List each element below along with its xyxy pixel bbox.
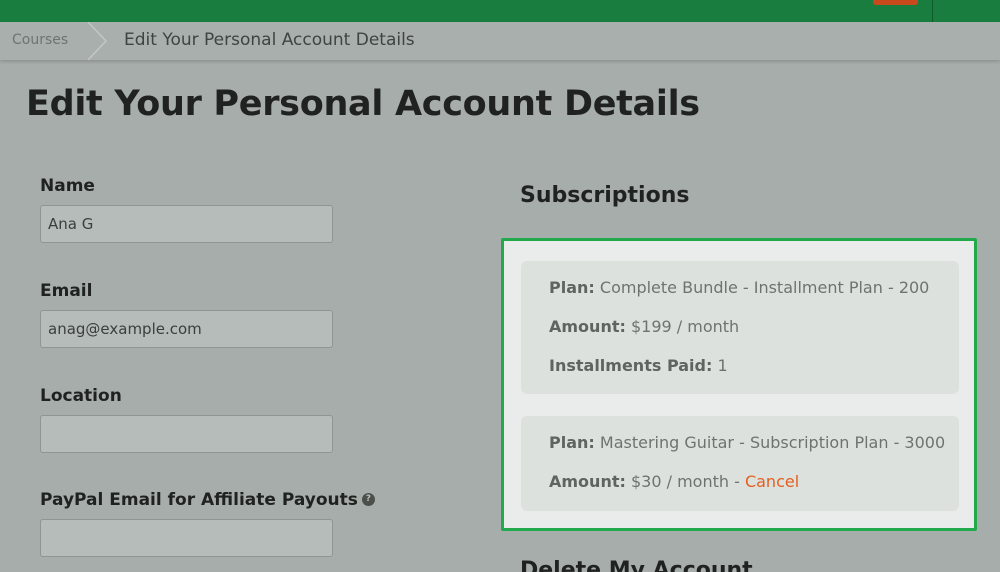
- breadcrumb: Courses Edit Your Personal Account Detai…: [0, 22, 1000, 60]
- amount-label: Amount:: [549, 317, 626, 336]
- subscriptions-panel: Plan: Complete Bundle - Installment Plan…: [501, 238, 977, 531]
- subscriptions-heading: Subscriptions: [520, 183, 690, 208]
- subscription-card: Plan: Complete Bundle - Installment Plan…: [521, 261, 959, 394]
- email-field[interactable]: [40, 310, 333, 348]
- installments-value: 1: [717, 356, 728, 375]
- cancel-subscription-link[interactable]: Cancel: [745, 472, 799, 491]
- plan-name: Complete Bundle - Installment Plan - 200: [599, 278, 930, 297]
- amount-label: Amount:: [549, 472, 626, 491]
- name-field[interactable]: [40, 205, 333, 243]
- plan-name: Mastering Guitar - Subscription Plan - 3…: [599, 433, 946, 452]
- header-action-button[interactable]: [873, 0, 918, 5]
- paypal-label-row: PayPal Email for Affiliate Payouts?: [40, 490, 375, 510]
- paypal-email-field[interactable]: [40, 519, 333, 557]
- navbar-divider: [932, 0, 933, 22]
- breadcrumb-courses-link[interactable]: Courses: [12, 32, 68, 48]
- plan-label: Plan:: [549, 433, 595, 452]
- plan-line: Plan: Mastering Guitar - Subscription Pl…: [549, 433, 945, 452]
- help-icon[interactable]: ?: [361, 492, 375, 506]
- paypal-label: PayPal Email for Affiliate Payouts: [40, 490, 358, 510]
- top-navbar: [0, 0, 1000, 22]
- amount-value: $30 / month -: [630, 472, 740, 491]
- email-label: Email: [40, 281, 93, 301]
- amount-value: $199 / month: [630, 317, 740, 336]
- location-label: Location: [40, 386, 122, 406]
- location-field[interactable]: [40, 415, 333, 453]
- name-label: Name: [40, 176, 95, 196]
- subscription-card: Plan: Mastering Guitar - Subscription Pl…: [521, 416, 959, 511]
- amount-line: Amount: $199 / month: [549, 317, 739, 336]
- amount-line: Amount: $30 / month - Cancel: [549, 472, 799, 491]
- plan-line: Plan: Complete Bundle - Installment Plan…: [549, 278, 929, 297]
- plan-label: Plan:: [549, 278, 595, 297]
- breadcrumb-current: Edit Your Personal Account Details: [124, 30, 415, 50]
- delete-account-heading: Delete My Account: [520, 558, 753, 572]
- installments-line: Installments Paid: 1: [549, 356, 728, 375]
- breadcrumb-chevron-icon: [87, 22, 108, 60]
- installments-label: Installments Paid:: [549, 356, 713, 375]
- page-title: Edit Your Personal Account Details: [26, 84, 700, 124]
